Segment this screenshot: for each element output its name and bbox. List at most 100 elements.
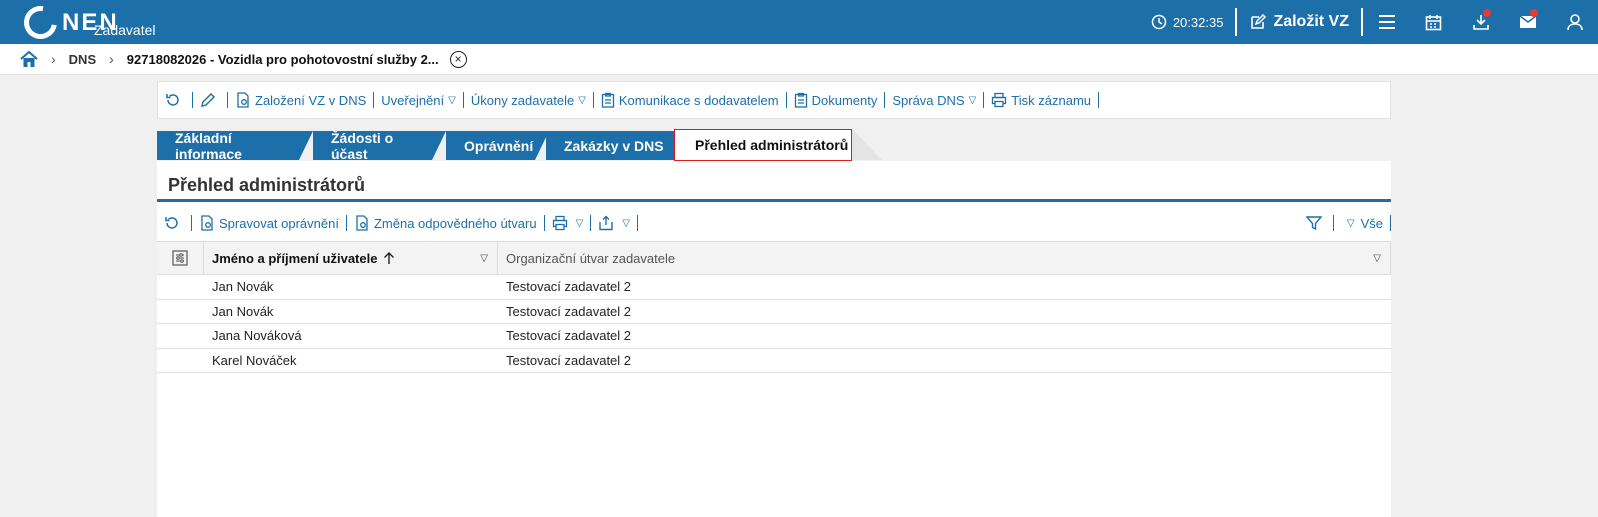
printer-icon: [992, 92, 1007, 108]
toolbar-item-label: Komunikace s dodavatelem: [618, 92, 779, 108]
tab-label: Přehled administrátorů: [695, 137, 849, 153]
hamburger-icon: [1378, 15, 1395, 29]
column-header-label: Organizační útvar zadavatele: [506, 250, 676, 266]
calendar-button[interactable]: [1410, 0, 1457, 44]
toolbar-item-label: Úkony zadavatele: [470, 92, 575, 108]
create-vz-button[interactable]: Založit VZ: [1237, 13, 1361, 31]
tab-label: Základní informace: [175, 129, 242, 162]
cell-name: Jana Nováková: [212, 328, 302, 344]
toolbar-item-label: Založení VZ v DNS: [255, 92, 367, 108]
clipboard-icon: [794, 92, 807, 108]
tab-permissions[interactable]: Oprávnění: [446, 131, 549, 160]
edit-icon: [1251, 13, 1267, 29]
logo-ring-icon: [17, 0, 64, 46]
manage-permissions-button[interactable]: Spravovat oprávnění: [199, 215, 339, 231]
messages-button[interactable]: [1504, 0, 1551, 44]
refresh-button[interactable]: [165, 92, 185, 108]
change-responsible-unit-button[interactable]: Změna odpovědného útvaru: [354, 215, 537, 231]
view-filter-menu[interactable]: ▽ Vše: [1341, 216, 1383, 231]
column-settings-button[interactable]: [157, 242, 204, 274]
chevron-right-icon: ›: [51, 51, 56, 67]
toolbar-item-label: Dokumenty: [811, 92, 878, 108]
print-record-button[interactable]: Tisk záznamu: [991, 92, 1091, 108]
grid-refresh-button[interactable]: [164, 215, 184, 231]
mail-icon: [1519, 15, 1536, 28]
caret-down-icon: ▽: [575, 217, 584, 229]
breadcrumb-item-current[interactable]: 92718082026 - Vozidla pro pohotovostní s…: [127, 52, 439, 67]
edit-button[interactable]: [200, 92, 220, 108]
session-clock: 20:32:35: [1151, 14, 1224, 30]
table-row[interactable]: Karel Nováček Testovací zadavatel 2: [157, 349, 1391, 373]
table-row[interactable]: Jana Nováková Testovací zadavatel 2: [157, 324, 1391, 349]
table-row[interactable]: Jan Novák Testovací zadavatel 2: [157, 275, 1391, 300]
caret-down-icon: ▽: [968, 94, 977, 106]
caret-down-icon: ▽: [448, 94, 456, 106]
tab-label: Oprávnění: [464, 137, 534, 154]
table-row[interactable]: Jan Novák Testovací zadavatel 2: [157, 300, 1391, 324]
panel-title: Přehled administrátorů: [168, 175, 366, 195]
tab-dns-contracts[interactable]: Zakázky v DNS: [546, 131, 674, 160]
caret-down-icon: ▽: [622, 217, 630, 229]
toolbar-item-label: Tisk záznamu: [1011, 92, 1092, 108]
toolbar-item-label: Správa DNS: [892, 92, 965, 108]
tab-applications[interactable]: Žádosti o účast: [313, 129, 446, 162]
admins-table: Jméno a příjmení uživatele ▽ Organizační…: [157, 241, 1391, 373]
column-menu-icon[interactable]: ▽: [1373, 253, 1381, 264]
notification-dot: [1530, 9, 1538, 17]
create-vz-in-dns-button[interactable]: Založení VZ v DNS: [235, 92, 366, 108]
documents-button[interactable]: Dokumenty: [794, 92, 878, 108]
publication-menu[interactable]: Uveřejnění ▽: [381, 93, 456, 108]
export-menu[interactable]: ▽: [598, 215, 630, 231]
cell-unit: Testovací zadavatel 2: [506, 303, 632, 319]
filter-icon: [1305, 216, 1322, 231]
admin-overview-panel: Přehled administrátorů Spravovat oprávně…: [157, 161, 1391, 517]
contracting-acts-menu[interactable]: Úkony zadavatele ▽: [471, 93, 586, 108]
refresh-icon: [165, 217, 178, 229]
document-gear-icon: [201, 215, 213, 231]
cell-name: Jan Novák: [212, 303, 274, 319]
cell-unit: Testovací zadavatel 2: [506, 328, 632, 344]
top-bar: NEN Zadavatel 20:32:35 Založit VZ: [0, 0, 1598, 46]
dns-management-menu[interactable]: Správa DNS ▽: [892, 93, 976, 108]
refresh-icon: [166, 94, 179, 106]
supplier-communication-button[interactable]: Komunikace s dodavatelem: [601, 92, 779, 108]
document-gear-icon: [356, 215, 368, 231]
downloads-button[interactable]: [1457, 0, 1504, 44]
breadcrumb-item-dns[interactable]: DNS: [69, 52, 96, 67]
clock-time: 20:32:35: [1172, 14, 1224, 30]
column-header-unit[interactable]: Organizační útvar zadavatele ▽: [498, 242, 1391, 274]
view-filter-label: Vše: [1360, 215, 1383, 231]
table-header: Jméno a příjmení uživatele ▽ Organizační…: [157, 241, 1391, 275]
toolbar-item-label: Uveřejnění: [381, 92, 445, 108]
tab-shadow: [852, 129, 882, 160]
user-button[interactable]: [1551, 0, 1598, 44]
print-menu[interactable]: ▽: [552, 215, 584, 231]
cell-unit: Testovací zadavatel 2: [506, 279, 632, 295]
tab-admin-overview[interactable]: Přehled administrátorů: [674, 129, 852, 161]
tab-label: Zakázky v DNS: [564, 137, 664, 154]
menu-button[interactable]: [1363, 0, 1410, 44]
column-header-name[interactable]: Jméno a příjmení uživatele ▽: [204, 242, 498, 274]
printer-icon: [552, 215, 567, 231]
clipboard-icon: [601, 92, 615, 108]
clock-icon: [1151, 14, 1167, 30]
cell-name: Karel Nováček: [212, 352, 297, 368]
notification-dot: [1483, 9, 1491, 17]
tab-label: Žádosti o účast: [331, 129, 394, 162]
action-label: Spravovat oprávnění: [219, 215, 339, 231]
home-icon: [20, 50, 38, 67]
title-underline: [157, 199, 1391, 202]
filter-button[interactable]: [1305, 215, 1326, 231]
chevron-right-icon: ›: [109, 51, 114, 67]
close-icon[interactable]: ×: [449, 50, 467, 68]
column-menu-icon[interactable]: ▽: [480, 253, 488, 264]
column-header-label: Jméno a příjmení uživatele: [212, 250, 378, 266]
user-icon: [1566, 14, 1583, 31]
pencil-icon: [201, 93, 215, 107]
tab-basic-info[interactable]: Základní informace: [157, 129, 313, 162]
create-vz-label: Založit VZ: [1273, 13, 1349, 30]
record-toolbar: Založení VZ v DNS Uveřejnění ▽ Úkony zad…: [157, 81, 1391, 119]
home-button[interactable]: [20, 50, 38, 68]
export-icon: [599, 215, 613, 231]
caret-down-icon: ▽: [1346, 217, 1355, 229]
